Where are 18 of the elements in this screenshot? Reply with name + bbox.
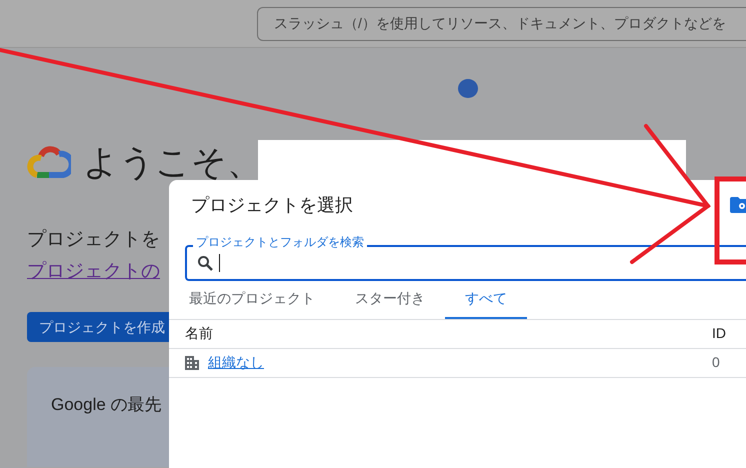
search-icon [197,255,213,271]
project-link[interactable]: プロジェクトの [27,258,160,284]
welcome-title: ようこそ、 [83,142,262,184]
building-icon [185,356,199,370]
dialog-title: プロジェクトを選択 [191,194,353,217]
cloud-logo-icon [27,144,71,180]
folder-gear-icon[interactable] [730,197,746,213]
table-cell: 0 [712,354,720,370]
field-label: プロジェクトとフォルダを検索 [193,235,367,249]
card-text: Google の最先 [51,395,162,414]
column-header: 名前 [185,325,213,343]
tab[interactable]: すべて [445,281,527,319]
search-field[interactable]: スラッシュ（/）を使用してリソース、ドキュメント、プロダクトなどを [257,6,746,40]
loading-dot-icon [457,77,479,99]
organization-link[interactable]: 組織なし [208,354,264,372]
column-header: ID [712,325,726,341]
tab[interactable]: スター付き [335,281,445,319]
intro-text: プロジェクトを [27,228,160,252]
